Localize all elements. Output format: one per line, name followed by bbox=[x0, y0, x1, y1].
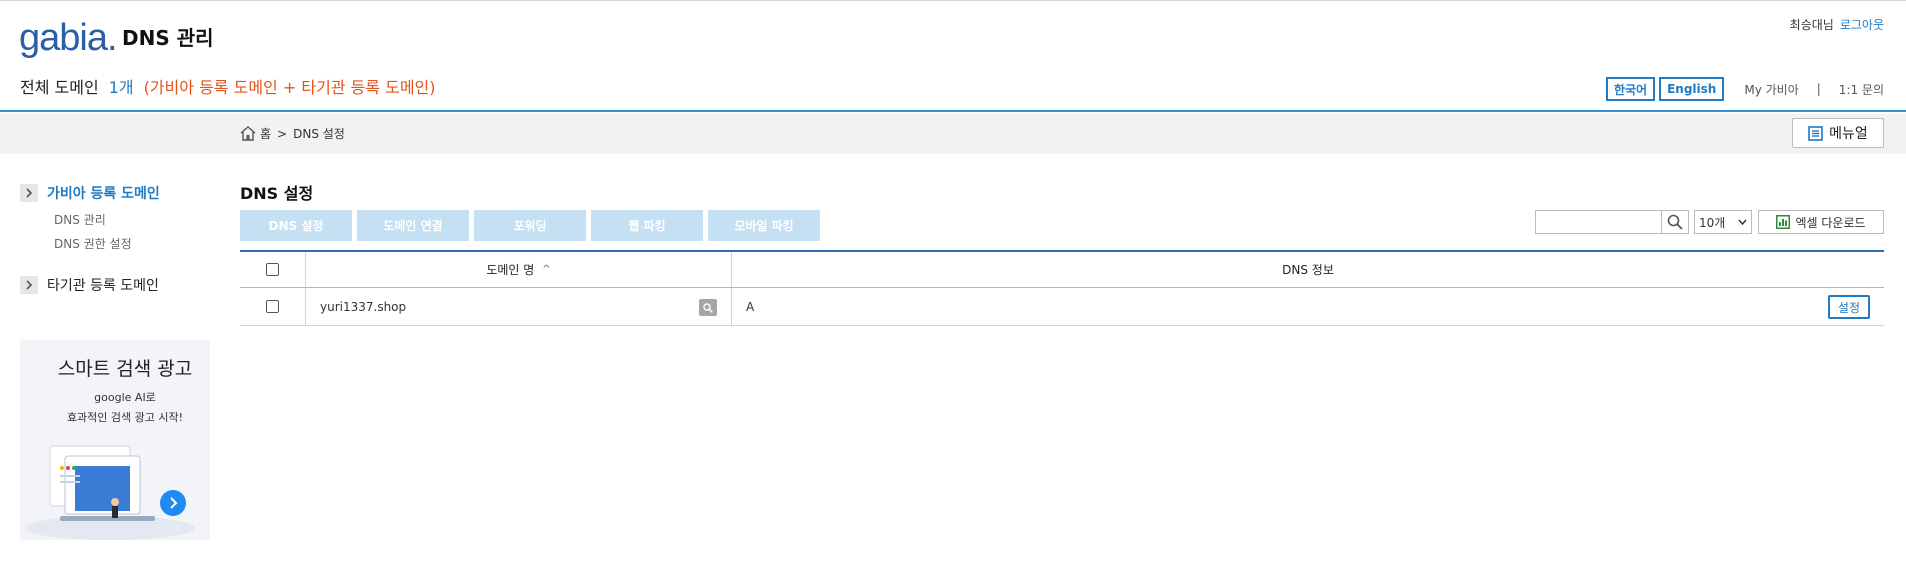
ad-title: 스마트 검색 광고 bbox=[57, 358, 193, 380]
summary-detail: (가비아 등록 도메인 + 타기관 등록 도메인) bbox=[143, 78, 436, 97]
table-header-row: 도메인 명 ^ DNS 정보 bbox=[240, 252, 1884, 288]
ad-banner[interactable]: 스마트 검색 광고 google AI로 효과적인 검색 광고 시작! bbox=[20, 340, 210, 540]
header-check-cell bbox=[240, 252, 306, 287]
chevron-right-icon bbox=[170, 497, 178, 509]
header-dns-cell: DNS 정보 bbox=[732, 252, 1884, 287]
logo-text: gabia bbox=[19, 17, 108, 59]
lang-korean-button[interactable]: 한국어 bbox=[1605, 77, 1656, 101]
breadcrumb-current: DNS 설정 bbox=[293, 127, 345, 141]
excel-chart-icon bbox=[1776, 215, 1791, 229]
domain-name: yuri1337.shop bbox=[320, 299, 407, 314]
inquiry-link[interactable]: 1:1 문의 bbox=[1839, 81, 1884, 98]
page-size-select[interactable]: 10개 bbox=[1694, 210, 1752, 234]
select-all-checkbox[interactable] bbox=[266, 263, 279, 276]
tab-bar: DNS 설정 도메인 연결 포워딩 웹 파킹 모바일 파킹 bbox=[240, 210, 825, 241]
sort-up-icon: ^ bbox=[542, 264, 551, 275]
tab-dns-settings[interactable]: DNS 설정 bbox=[240, 210, 352, 241]
table-row: yuri1337.shop A 설정 bbox=[240, 288, 1884, 326]
user-area: 최승대님 로그아웃 bbox=[1790, 16, 1884, 33]
table-tools: 10개 엑셀 다운로드 bbox=[1535, 210, 1884, 234]
ad-line2: 효과적인 검색 광고 시작! bbox=[66, 411, 184, 424]
dns-info: A bbox=[746, 299, 755, 314]
lang-english-button[interactable]: English bbox=[1659, 77, 1725, 101]
user-name: 최승대님 bbox=[1789, 18, 1834, 32]
laptop-illustration bbox=[25, 445, 195, 540]
manual-icon bbox=[1808, 125, 1823, 141]
manual-label: 메뉴얼 bbox=[1829, 126, 1868, 142]
tab-forwarding[interactable]: 포워딩 bbox=[474, 210, 586, 241]
header-domain-cell[interactable]: 도메인 명 ^ bbox=[306, 252, 732, 287]
gabia-logo[interactable]: gabia. bbox=[19, 17, 118, 59]
logout-link[interactable]: 로그아웃 bbox=[1840, 18, 1884, 32]
separator: | bbox=[1816, 82, 1821, 96]
chevron-down-icon bbox=[1738, 219, 1747, 225]
column-header-dns: DNS 정보 bbox=[1282, 263, 1334, 277]
row-checkbox[interactable] bbox=[266, 300, 279, 313]
settings-button[interactable]: 설정 bbox=[1827, 295, 1870, 319]
page-size-value: 10개 bbox=[1699, 215, 1726, 230]
chevron-right-icon bbox=[20, 276, 38, 294]
tab-web-parking[interactable]: 웹 파킹 bbox=[591, 210, 703, 241]
ad-line1: google AI로 bbox=[94, 391, 156, 404]
search-icon bbox=[703, 302, 713, 313]
ad-subtitle: google AI로 효과적인 검색 광고 시작! bbox=[20, 388, 210, 428]
tab-mobile-parking[interactable]: 모바일 파킹 bbox=[708, 210, 820, 241]
app-title: DNS 관리 bbox=[122, 26, 214, 50]
row-dns-cell: A 설정 bbox=[732, 288, 1884, 325]
summary-count: 1개 bbox=[108, 78, 134, 97]
breadcrumb-bar: 홈 > DNS 설정 메뉴얼 bbox=[0, 114, 1906, 154]
domain-summary: 전체 도메인 1개 (가비아 등록 도메인 + 타기관 등록 도메인) bbox=[20, 74, 436, 98]
sidebar-group-gabia[interactable]: 가비아 등록 도메인 bbox=[20, 183, 160, 203]
sidebar-group-other[interactable]: 타기관 등록 도메인 bbox=[20, 275, 159, 295]
search-input[interactable] bbox=[1535, 210, 1661, 234]
logo-dot: . bbox=[106, 17, 118, 59]
sidebar-group-label: 가비아 등록 도메인 bbox=[47, 186, 160, 202]
breadcrumb-home[interactable]: 홈 bbox=[260, 125, 271, 142]
sidebar-item-dns-manage[interactable]: DNS 관리 bbox=[54, 211, 106, 228]
chevron-right-icon bbox=[20, 184, 38, 202]
page-title: DNS 설정 bbox=[240, 184, 314, 203]
home-icon[interactable] bbox=[240, 126, 256, 141]
column-header-domain: 도메인 명 bbox=[486, 263, 535, 277]
search-button[interactable] bbox=[1661, 210, 1689, 234]
my-gabia-link[interactable]: My 가비아 bbox=[1744, 81, 1798, 98]
summary-label: 전체 도메인 bbox=[20, 78, 99, 97]
row-check-cell bbox=[240, 288, 306, 325]
header: gabia. DNS 관리 전체 도메인 1개 (가비아 등록 도메인 + 타기관 … bbox=[0, 0, 1906, 112]
sidebar-group-label: 타기관 등록 도메인 bbox=[47, 278, 159, 294]
search-icon bbox=[1667, 214, 1683, 230]
domain-search-button[interactable] bbox=[699, 299, 717, 316]
language-area: 한국어 English My 가비아 | 1:1 문의 bbox=[1605, 77, 1884, 101]
tab-domain-connect[interactable]: 도메인 연결 bbox=[357, 210, 469, 241]
excel-download-button[interactable]: 엑셀 다운로드 bbox=[1758, 210, 1884, 234]
manual-button[interactable]: 메뉴얼 bbox=[1792, 118, 1884, 148]
ad-go-button[interactable] bbox=[160, 490, 186, 516]
row-domain-cell: yuri1337.shop bbox=[306, 288, 732, 325]
excel-download-label: 엑셀 다운로드 bbox=[1795, 215, 1866, 230]
domain-table: 도메인 명 ^ DNS 정보 yuri1337.shop A 설정 bbox=[240, 250, 1884, 326]
breadcrumb: 홈 > DNS 설정 bbox=[240, 125, 345, 142]
sidebar-item-dns-permission[interactable]: DNS 권한 설정 bbox=[54, 235, 132, 252]
breadcrumb-arrow: > bbox=[277, 126, 288, 141]
